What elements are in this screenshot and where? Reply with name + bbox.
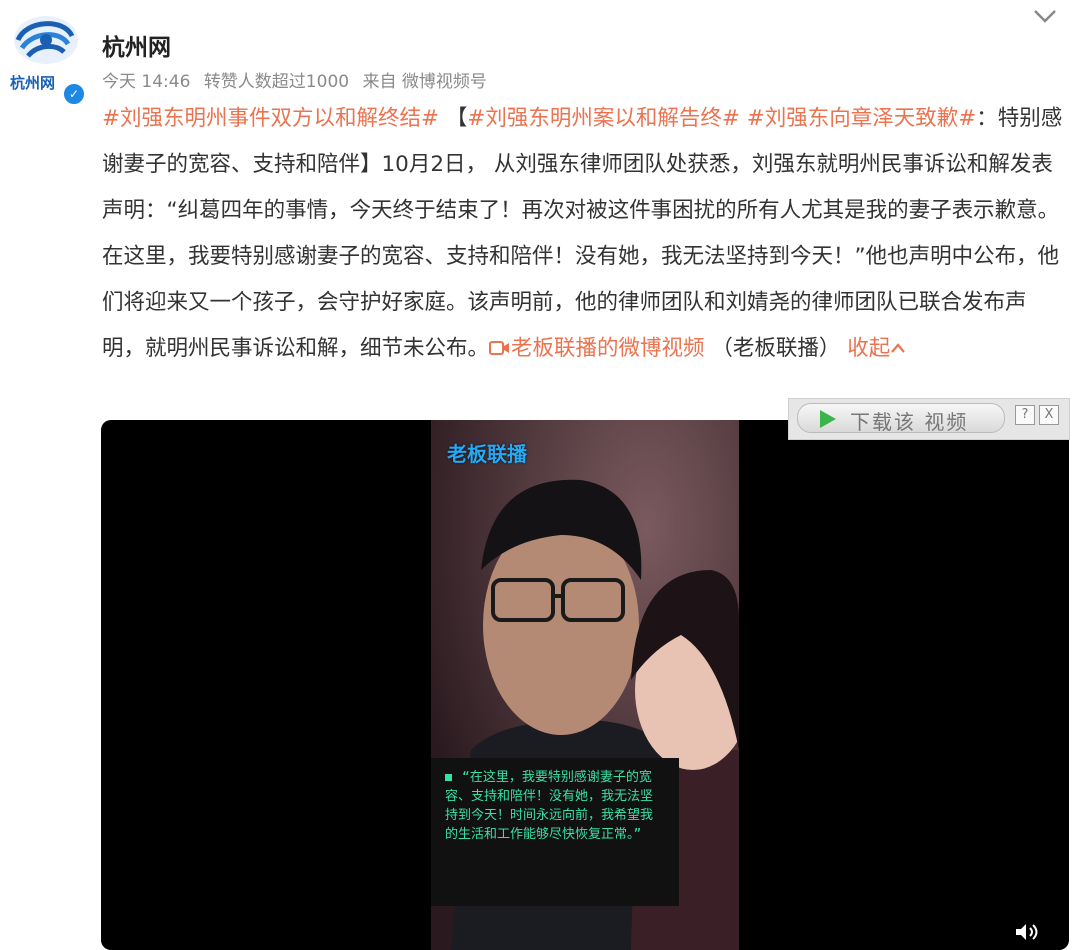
video-link-label[interactable]: 老板联播的微博视频 <box>511 336 705 361</box>
video-frame[interactable]: 老板联播 “在这里，我要特别感谢妻子的宽容、支持和陪伴！没有她，我无法坚持到今天… <box>431 420 739 950</box>
collapse-label[interactable]: 收起 <box>847 336 890 361</box>
collapse-button[interactable]: 收起 <box>847 336 906 361</box>
download-label: 下载该 视频 <box>850 410 969 434</box>
video-player[interactable]: 老板联播 “在这里，我要特别感谢妻子的宽容、支持和陪伴！没有她，我无法坚持到今天… <box>101 420 1069 950</box>
play-icon <box>820 410 836 428</box>
post-time[interactable]: 今天 14:46 <box>102 72 190 92</box>
chevron-up-icon <box>891 343 906 353</box>
video-link[interactable]: 老板联播的微博视频 <box>489 336 705 361</box>
subtitle-text: “在这里，我要特别感谢妻子的宽容、支持和陪伴！没有她，我无法坚持到今天！时间永远… <box>445 770 654 842</box>
channel-watermark: 老板联播 <box>447 442 527 466</box>
post-source[interactable]: 来自 微博视频号 <box>362 72 486 92</box>
download-toolbar: 下载该 视频 ? X <box>788 398 1070 440</box>
repost-count: 转赞人数超过1000 <box>203 72 350 92</box>
download-video-button[interactable]: 下载该 视频 <box>797 403 1005 434</box>
chevron-down-icon[interactable] <box>1032 6 1058 26</box>
hashtag-link[interactable]: #刘强东明州案以和解告终# <box>467 106 740 131</box>
hangzhou-logo-icon <box>14 16 78 64</box>
post-text: ：特别感谢妻子的宽容、支持和陪伴】10月2日， 从刘强东律师团队处获悉，刘强东就… <box>102 106 1063 361</box>
author-name[interactable]: 杭州网 <box>102 28 171 62</box>
bracket-open: 【 <box>439 106 468 131</box>
video-source: （老板联播） <box>704 336 841 361</box>
logo-text: 杭州网 <box>10 74 56 92</box>
subtitle-box: “在这里，我要特别感谢妻子的宽容、支持和陪伴！没有她，我无法坚持到今天！时间永远… <box>431 758 679 906</box>
avatar[interactable]: 杭州网 <box>6 10 86 92</box>
hashtag-link[interactable]: #刘强东向章泽天致歉# <box>747 106 977 131</box>
close-button[interactable]: X <box>1039 405 1059 425</box>
verified-badge-icon: ✓ <box>62 82 86 106</box>
post-body: #刘强东明州事件双方以和解终结# 【#刘强东明州案以和解告终# #刘强东向章泽天… <box>102 96 1067 372</box>
help-button[interactable]: ? <box>1015 405 1035 425</box>
post-meta: 今天 14:46 转赞人数超过1000 来自 微博视频号 <box>102 67 495 92</box>
volume-icon[interactable] <box>1013 922 1043 942</box>
video-camera-icon <box>489 341 510 355</box>
hashtag-link[interactable]: #刘强东明州事件双方以和解终结# <box>102 106 439 131</box>
bullet-square-icon <box>445 774 452 781</box>
